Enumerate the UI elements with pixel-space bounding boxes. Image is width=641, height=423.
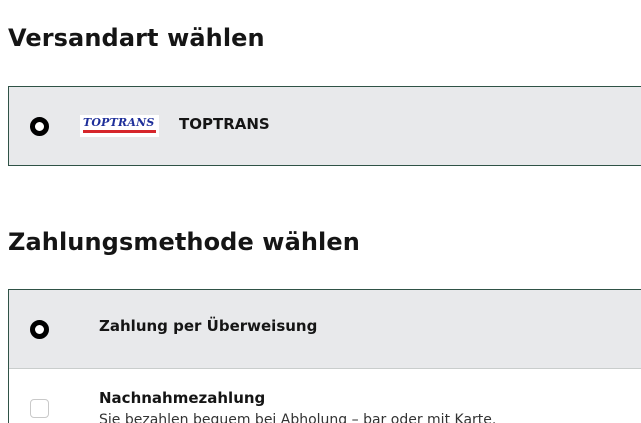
radio-checked-icon[interactable] bbox=[30, 117, 49, 136]
shipping-options-list: TOPTRANS TOPTRANS bbox=[8, 86, 641, 166]
checkout-options-page: Versandart wählen TOPTRANS TOPTRANS Zahl… bbox=[0, 0, 641, 423]
payment-option-label: Nachnahmezahlung bbox=[99, 389, 266, 407]
radio-checked-icon[interactable] bbox=[30, 320, 49, 339]
toptrans-logo: TOPTRANS bbox=[80, 115, 159, 137]
payment-option-description: Sie bezahlen bequem bei Abholung – bar o… bbox=[99, 412, 497, 423]
payment-option-bank-transfer[interactable]: Zahlung per Überweisung bbox=[9, 290, 641, 369]
toptrans-logo-text: TOPTRANS bbox=[83, 116, 155, 129]
payment-options-list: Zahlung per Überweisung Nachnahmezahlung… bbox=[8, 289, 641, 423]
toptrans-logo-stripe bbox=[83, 130, 156, 133]
payment-section-title: Zahlungsmethode wählen bbox=[8, 228, 360, 256]
shipping-option-label: TOPTRANS bbox=[179, 115, 270, 133]
payment-option-label: Zahlung per Überweisung bbox=[99, 317, 318, 335]
shipping-option-toptrans[interactable]: TOPTRANS TOPTRANS bbox=[9, 87, 641, 165]
radio-unchecked-icon[interactable] bbox=[30, 399, 49, 418]
shipping-section-title: Versandart wählen bbox=[8, 24, 265, 52]
payment-option-cash-on-delivery[interactable]: Nachnahmezahlung Sie bezahlen bequem bei… bbox=[9, 369, 641, 423]
